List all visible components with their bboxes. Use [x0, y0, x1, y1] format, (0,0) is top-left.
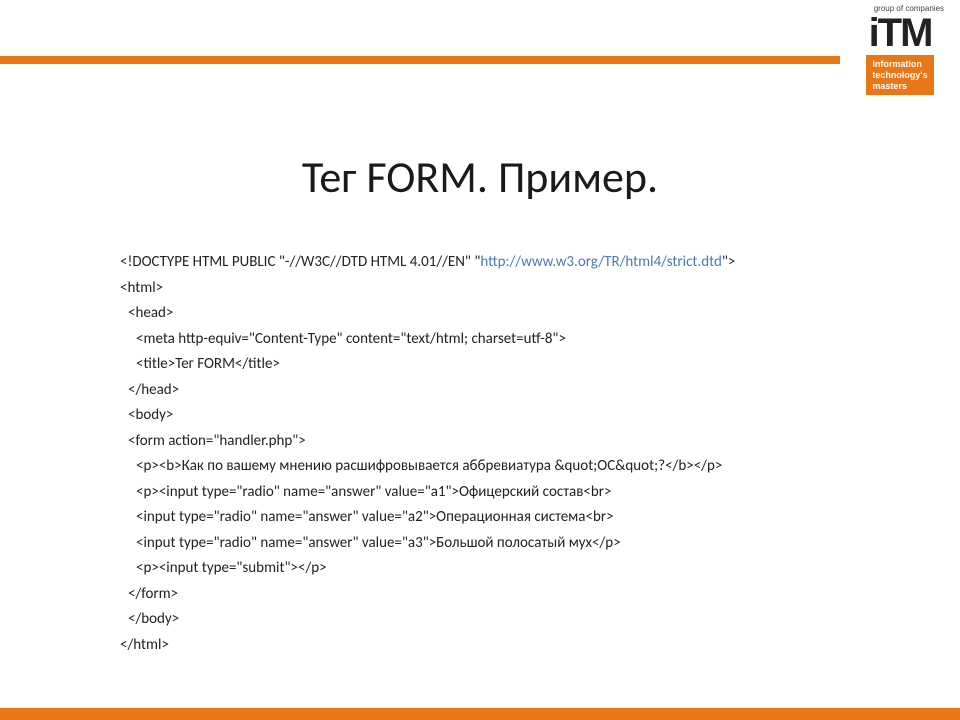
code-line: <meta http-equiv="Content-Type" content=… — [120, 327, 880, 353]
logo-box: information technology's masters — [866, 55, 933, 95]
code-line: </head> — [120, 378, 880, 404]
code-line: <!DOCTYPE HTML PUBLIC "-//W3C//DTD HTML … — [120, 250, 880, 276]
code-line: <html> — [120, 276, 880, 302]
logo-box-line: masters — [872, 81, 927, 92]
code-example: <!DOCTYPE HTML PUBLIC "-//W3C//DTD HTML … — [120, 250, 880, 658]
code-line: </html> — [120, 633, 880, 659]
code-line: <p><input type="submit"></p> — [120, 556, 880, 582]
logo: group of companies iTM information techn… — [850, 4, 950, 95]
code-line: <body> — [120, 403, 880, 429]
logo-text: iTM — [850, 15, 950, 51]
code-line: <head> — [120, 301, 880, 327]
logo-box-line: information — [872, 59, 927, 70]
header-separator — [0, 56, 840, 64]
code-line: </form> — [120, 582, 880, 608]
code-line: <input type="radio" name="answer" value=… — [120, 505, 880, 531]
code-line: <form action="handler.php"> — [120, 429, 880, 455]
code-line: <p><input type="radio" name="answer" val… — [120, 480, 880, 506]
code-line: <p><b>Как по вашему мнению расшифровывае… — [120, 454, 880, 480]
logo-box-line: technology's — [872, 70, 927, 81]
code-line: </body> — [120, 607, 880, 633]
footer-bar — [0, 708, 960, 720]
code-line: <input type="radio" name="answer" value=… — [120, 531, 880, 557]
code-line: <title>Тег FORM</title> — [120, 352, 880, 378]
slide-title: Тег FORM. Пример. — [0, 150, 960, 204]
